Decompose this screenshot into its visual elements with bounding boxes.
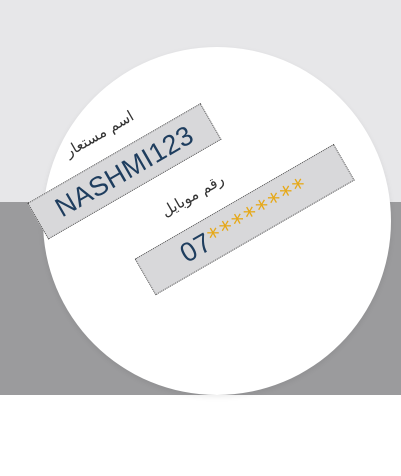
credentials-group: اسم مستعار NASHMI123 رقم موبايل 07 *****… (0, 0, 401, 476)
